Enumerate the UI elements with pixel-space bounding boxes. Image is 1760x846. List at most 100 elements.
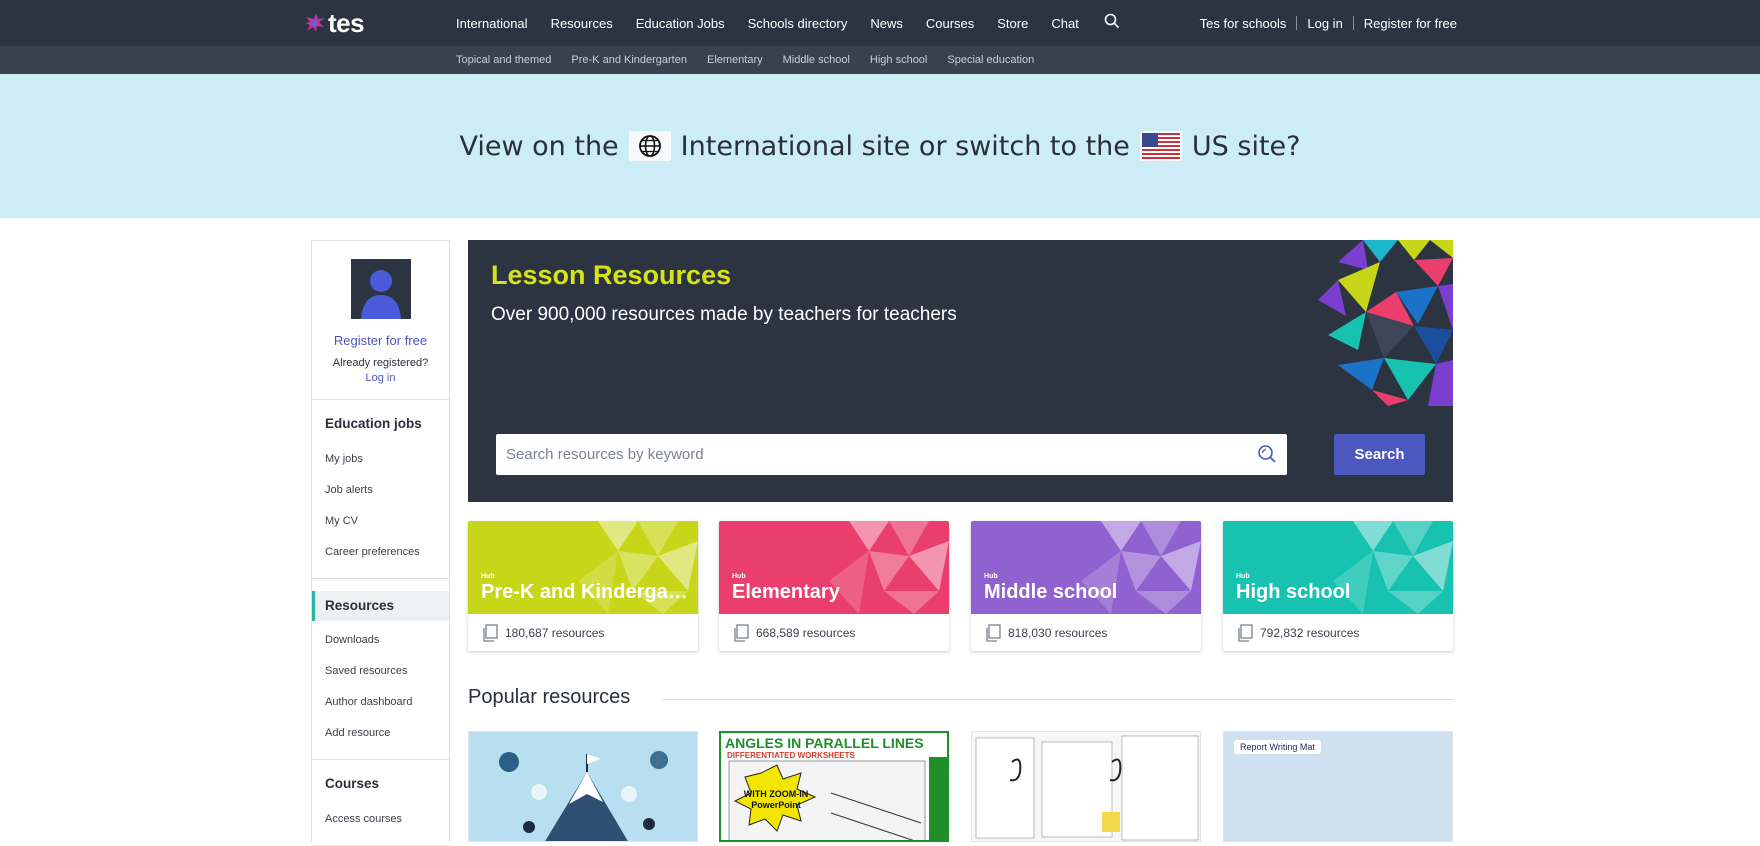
- login-link[interactable]: Log in: [1307, 16, 1342, 31]
- nav-courses[interactable]: Courses: [926, 16, 974, 31]
- hub-resource-count: 818,030 resources: [971, 614, 1201, 651]
- hub-tag: Hub: [1236, 573, 1250, 580]
- hero-triangle-pattern: [1318, 240, 1453, 406]
- avatar: [350, 259, 411, 319]
- nav-schools-directory[interactable]: Schools directory: [748, 16, 848, 31]
- sidebar-head-courses[interactable]: Courses: [312, 772, 449, 796]
- register-link[interactable]: Register for free: [1364, 16, 1457, 31]
- hub-tag: Hub: [481, 573, 495, 580]
- nav-chat[interactable]: Chat: [1051, 16, 1078, 31]
- nav-news[interactable]: News: [870, 16, 903, 31]
- logo-text: tes: [328, 7, 365, 38]
- documents-icon: [986, 623, 1001, 642]
- hub-resource-count: 792,832 resources: [1223, 614, 1453, 651]
- sidebar-courses-section: Courses Access courses: [312, 760, 449, 846]
- sidebar-item-add-resource[interactable]: Add resource: [312, 718, 449, 749]
- sidebar-head-resources[interactable]: Resources: [312, 591, 449, 621]
- resource-card-2[interactable]: ANGLES IN PARALLEL LINES DIFFERENTIATED …: [719, 731, 949, 842]
- hub-count-text: 792,832 resources: [1260, 625, 1360, 640]
- sidebar-jobs-section: Education jobs My jobs Job alerts My CV …: [312, 400, 449, 579]
- search-button[interactable]: Search: [1334, 434, 1425, 475]
- documents-icon: [734, 623, 749, 642]
- subnav-high[interactable]: High school: [870, 54, 927, 66]
- tes-logo[interactable]: tes: [304, 7, 365, 38]
- subnav-special[interactable]: Special education: [947, 54, 1034, 66]
- us-site-link[interactable]: US site?: [1192, 131, 1301, 162]
- subnav-prek[interactable]: Pre-K and Kindergarten: [571, 54, 687, 66]
- hub-card-elementary[interactable]: Hub Elementary 668,589 resources: [719, 521, 949, 651]
- divider: [1296, 16, 1298, 30]
- hub-banner: Hub High school: [1223, 521, 1453, 614]
- hub-name: High school: [1236, 581, 1351, 603]
- resource-search-box: [496, 434, 1287, 475]
- site-switch-banner: View on the International site or switch…: [0, 74, 1760, 218]
- sidebar-item-my-jobs[interactable]: My jobs: [312, 444, 449, 475]
- card-badge: WITH ZOOM-IN PowerPoint: [743, 789, 809, 810]
- documents-icon: [1238, 623, 1253, 642]
- hub-count-text: 668,589 resources: [756, 625, 856, 640]
- sidebar-item-access-courses[interactable]: Access courses: [312, 804, 449, 835]
- tes-for-schools-link[interactable]: Tes for schools: [1200, 16, 1287, 31]
- sidebar-item-saved-resources[interactable]: Saved resources: [312, 656, 449, 687]
- nav-store[interactable]: Store: [997, 16, 1028, 31]
- already-registered-text: Already registered?: [332, 357, 429, 369]
- sidebar-item-my-cv[interactable]: My CV: [312, 506, 449, 537]
- hub-name: Pre-K and Kindergarten: [481, 581, 693, 603]
- hub-tag: Hub: [732, 573, 746, 580]
- nav-resources[interactable]: Resources: [551, 16, 613, 31]
- search-icon[interactable]: [1257, 444, 1277, 469]
- resource-card-4[interactable]: Report Writing Mat: [1223, 731, 1453, 842]
- resource-card-1[interactable]: [468, 731, 698, 842]
- hub-name: Middle school: [984, 581, 1118, 603]
- us-flag-icon[interactable]: [1139, 131, 1182, 161]
- hub-banner: Hub Middle school: [971, 521, 1201, 614]
- hub-card-high-school[interactable]: Hub High school 792,832 resources: [1223, 521, 1453, 651]
- card-heading: Report Writing Mat: [1234, 740, 1321, 754]
- resource-card-3[interactable]: [971, 731, 1201, 842]
- sidebar-item-job-alerts[interactable]: Job alerts: [312, 475, 449, 506]
- hub-card-middle-school[interactable]: Hub Middle school 818,030 resources: [971, 521, 1201, 651]
- documents-icon: [483, 623, 498, 642]
- popular-resources-heading: Popular resources: [468, 686, 631, 708]
- subnav-elementary[interactable]: Elementary: [707, 54, 763, 66]
- account-nav: Tes for schools Log in Register for free: [1200, 0, 1457, 46]
- sidebar-head-education-jobs[interactable]: Education jobs: [312, 412, 449, 436]
- hub-count-text: 818,030 resources: [1008, 625, 1108, 640]
- sub-nav: Topical and themed Pre-K and Kindergarte…: [456, 46, 1054, 74]
- sidebar-resources-section: Resources Downloads Saved resources Auth…: [312, 579, 449, 760]
- hub-name: Elementary: [732, 581, 840, 603]
- hero-panel: Lesson Resources Over 900,000 resources …: [468, 240, 1453, 502]
- hub-tag: Hub: [984, 573, 998, 580]
- international-site-link[interactable]: International site or switch to the: [681, 131, 1130, 162]
- sidebar: Register for free Already registered? Lo…: [311, 240, 450, 846]
- hub-card-prek[interactable]: Hub Pre-K and Kindergarten 180,687 resou…: [468, 521, 698, 651]
- sidebar-register-link[interactable]: Register for free: [312, 333, 449, 348]
- sidebar-login-link[interactable]: Log in: [312, 372, 449, 384]
- banner-prefix: View on the: [459, 130, 619, 162]
- subnav-topical[interactable]: Topical and themed: [456, 54, 551, 66]
- hero-subtitle: Over 900,000 resources made by teachers …: [491, 304, 957, 325]
- hub-resource-count: 668,589 resources: [719, 614, 949, 651]
- resource-thumbnail: [469, 732, 697, 841]
- tes-logo-icon: [305, 13, 325, 32]
- nav-education-jobs[interactable]: Education Jobs: [636, 16, 725, 31]
- profile-box: Register for free Already registered? Lo…: [312, 241, 449, 400]
- top-navbar: tes International Resources Education Jo…: [0, 0, 1760, 46]
- hero-title: Lesson Resources: [491, 260, 732, 290]
- hub-count-text: 180,687 resources: [505, 625, 605, 640]
- main-nav: International Resources Education Jobs S…: [456, 0, 1120, 46]
- hub-banner: Hub Elementary: [719, 521, 949, 614]
- resource-search-input[interactable]: [496, 434, 1236, 475]
- resource-thumbnail: [972, 732, 1200, 841]
- search-icon[interactable]: [1104, 13, 1120, 34]
- nav-international[interactable]: International: [456, 16, 528, 31]
- divider: [1352, 16, 1354, 30]
- sidebar-item-author-dashboard[interactable]: Author dashboard: [312, 687, 449, 718]
- globe-icon[interactable]: [628, 131, 671, 161]
- sidebar-item-career-preferences[interactable]: Career preferences: [312, 537, 449, 568]
- hub-resource-count: 180,687 resources: [468, 614, 698, 651]
- sidebar-item-downloads[interactable]: Downloads: [312, 625, 449, 656]
- divider: [663, 699, 1453, 700]
- resource-thumbnail: [728, 757, 947, 840]
- subnav-middle[interactable]: Middle school: [783, 54, 850, 66]
